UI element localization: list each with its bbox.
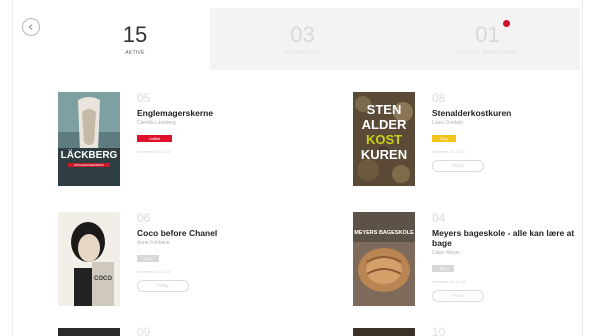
book-cover-partial <box>353 328 415 336</box>
item-number: 06 <box>137 211 151 225</box>
due-date: Afleveres 01.11.14 <box>432 279 466 284</box>
book-info: 05 Englemagerskerne Camilla Läckberg Udl… <box>137 92 297 154</box>
item-number: 10 <box>432 325 446 336</box>
svg-text:MEYERS BAGESKOLE: MEYERS BAGESKOLE <box>354 230 414 236</box>
book-title[interactable]: Englemagerskerne <box>137 108 297 118</box>
media-type-badge: Bog <box>432 135 456 142</box>
renew-button[interactable]: Forny <box>137 280 189 292</box>
book-info: 06 Coco before Chanel Anne Fontaine DVD … <box>137 212 297 292</box>
book-title[interactable]: Stenalderkostkuren <box>432 108 592 118</box>
tab-reserved[interactable]: 03 Reserveret <box>210 8 395 70</box>
renew-button[interactable]: Forny <box>432 160 484 172</box>
book-info: 04 Meyers bageskole - alle kan lære at b… <box>432 212 592 302</box>
tab-label: Klar til afhentning <box>457 49 518 56</box>
svg-text:STEN: STEN <box>367 102 402 117</box>
book-author: Camilla Läckberg <box>137 120 176 126</box>
book-cover: MEYERS BAGESKOLE <box>353 212 415 306</box>
tab-count: 15 <box>122 21 148 47</box>
tab-label: Reserveret <box>284 49 321 56</box>
tab-count: 01 <box>475 21 500 47</box>
book-cover-partial <box>58 328 120 336</box>
item-number: 04 <box>432 211 446 225</box>
due-date: Afleveres 01.11.14 <box>432 149 466 154</box>
list-item[interactable]: MEYERS BAGESKOLE 04 Meyers bageskole - a… <box>353 212 593 312</box>
back-button[interactable] <box>22 18 40 36</box>
tab-active-loans[interactable]: 15 Aktive <box>60 8 210 70</box>
due-date: Afleveres 03.11.14 <box>137 149 171 154</box>
svg-text:COCO: COCO <box>94 276 112 282</box>
media-type-badge: Bog <box>432 265 454 272</box>
svg-text:KUREN: KUREN <box>361 147 407 162</box>
book-cover: COCO <box>58 212 120 306</box>
item-number: 05 <box>137 91 151 105</box>
renew-button[interactable]: Forny <box>432 290 484 302</box>
tab-ready-for-pickup[interactable]: 01 Klar til afhentning <box>395 8 580 70</box>
svg-text:LÄCKBERG: LÄCKBERG <box>61 148 118 161</box>
tab-label: Aktive <box>125 49 145 56</box>
tab-bar: 15 Aktive 03 Reserveret 01 Klar til afhe… <box>60 8 580 70</box>
due-date: Afleveres 01.11.14 <box>137 269 171 274</box>
book-title[interactable]: Meyers bageskole - alle kan lære at bage <box>432 228 592 248</box>
tab-count: 03 <box>290 21 315 47</box>
svg-text:KOST: KOST <box>366 132 402 147</box>
item-number: 09 <box>137 325 151 336</box>
book-author: Louis Cordain <box>432 120 463 126</box>
notification-dot <box>503 20 510 27</box>
book-author: Claus Meyer <box>432 250 461 256</box>
book-info: 08 Stenalderkostkuren Louis Cordain Bog … <box>432 92 592 172</box>
list-item[interactable]: LÄCKBERG ENGLEMAGERSKEN 05 Englemagerske… <box>58 92 298 192</box>
status-badge: Udlånt <box>137 135 172 142</box>
book-cover: LÄCKBERG ENGLEMAGERSKEN <box>58 92 120 186</box>
list-item[interactable]: STEN ALDER KOST KUREN 08 Stenalderkostku… <box>353 92 593 192</box>
svg-text:ENGLEMAGERSKEN: ENGLEMAGERSKEN <box>74 163 103 167</box>
book-author: Anne Fontaine <box>137 240 170 246</box>
back-arrow-icon <box>28 24 33 30</box>
media-type-badge: DVD <box>137 255 159 262</box>
item-number: 08 <box>432 91 446 105</box>
book-cover: STEN ALDER KOST KUREN <box>353 92 415 186</box>
svg-text:ALDER: ALDER <box>362 117 407 132</box>
list-item[interactable]: COCO 06 Coco before Chanel Anne Fontaine… <box>58 212 298 312</box>
book-title[interactable]: Coco before Chanel <box>137 228 297 238</box>
